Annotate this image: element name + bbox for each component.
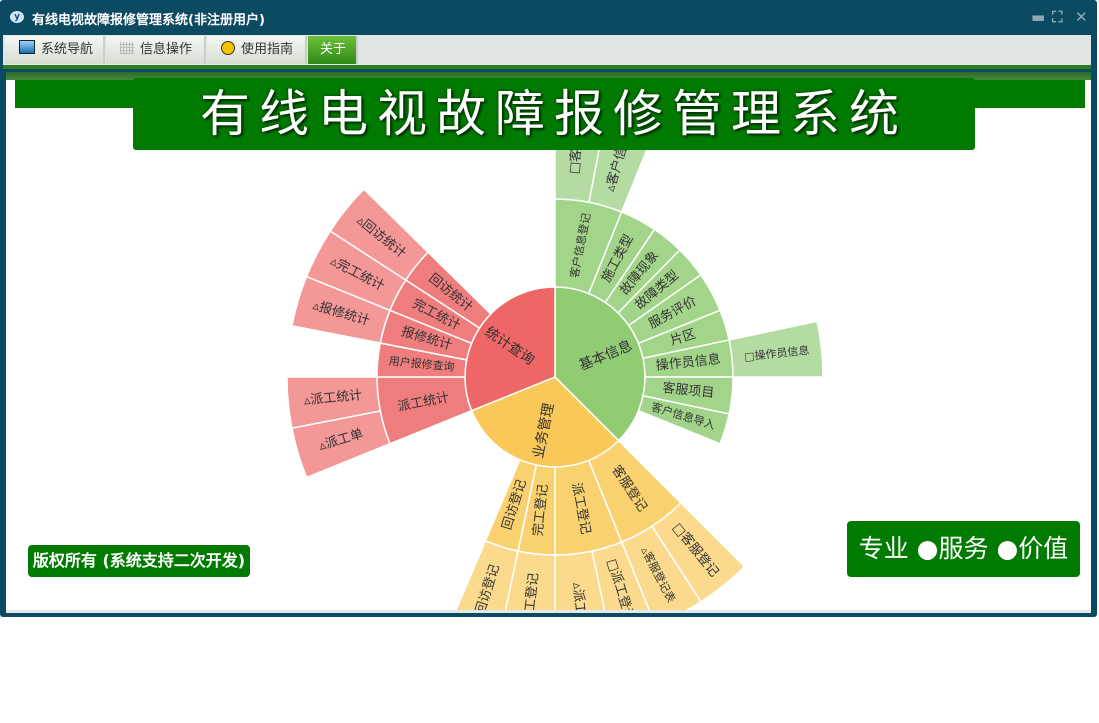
sunburst-label: ▵派工: [569, 582, 587, 610]
tab-label: 使用指南: [241, 42, 294, 57]
tab-info-ops[interactable]: 信息操作: [106, 36, 206, 64]
tab-label: 信息操作: [140, 42, 193, 57]
tab-system-nav[interactable]: 系统导航: [5, 36, 105, 64]
tab-about[interactable]: 关于: [308, 36, 358, 64]
tab-label: 关于: [320, 42, 347, 57]
window-title: 有线电视故障报修管理系统(非注册用户): [32, 13, 265, 28]
app-logo-icon: y: [10, 11, 24, 23]
copyright-badge: 版权所有 (系统支持二次开发): [28, 545, 250, 577]
sunburst-segment-2-0[interactable]: [376, 376, 473, 445]
motto-badge: 专业 ●服务 ●价值: [847, 521, 1080, 577]
help-icon: [221, 41, 235, 55]
tab-underline: [3, 65, 1091, 69]
content-area: 基本信息 客户信息登记 □客户 ▵客户信息 施工类型 故障现象 故障类型 服务评价 片区 操作员信…: [6, 72, 1091, 610]
title-bar[interactable]: y 有线电视故障报修管理系统(非注册用户) ▬ ⛶ ✕: [0, 0, 1097, 34]
app-window: y 有线电视故障报修管理系统(非注册用户) ▬ ⛶ ✕ 系统导航 信息操作 使用…: [0, 0, 1097, 617]
system-banner-title: 有线电视故障报修管理系统: [133, 78, 975, 150]
bottom-border: [6, 610, 1091, 613]
minimize-icon[interactable]: ▬: [1031, 8, 1045, 26]
tab-label: 系统导航: [41, 42, 94, 57]
close-icon[interactable]: ✕: [1075, 8, 1088, 26]
monitor-icon: [19, 40, 35, 54]
tab-user-guide[interactable]: 使用指南: [207, 36, 307, 64]
restore-icon[interactable]: ⛶: [1052, 8, 1063, 26]
grid-icon: [120, 42, 134, 54]
tab-bar: 系统导航 信息操作 使用指南 关于: [3, 35, 1091, 65]
